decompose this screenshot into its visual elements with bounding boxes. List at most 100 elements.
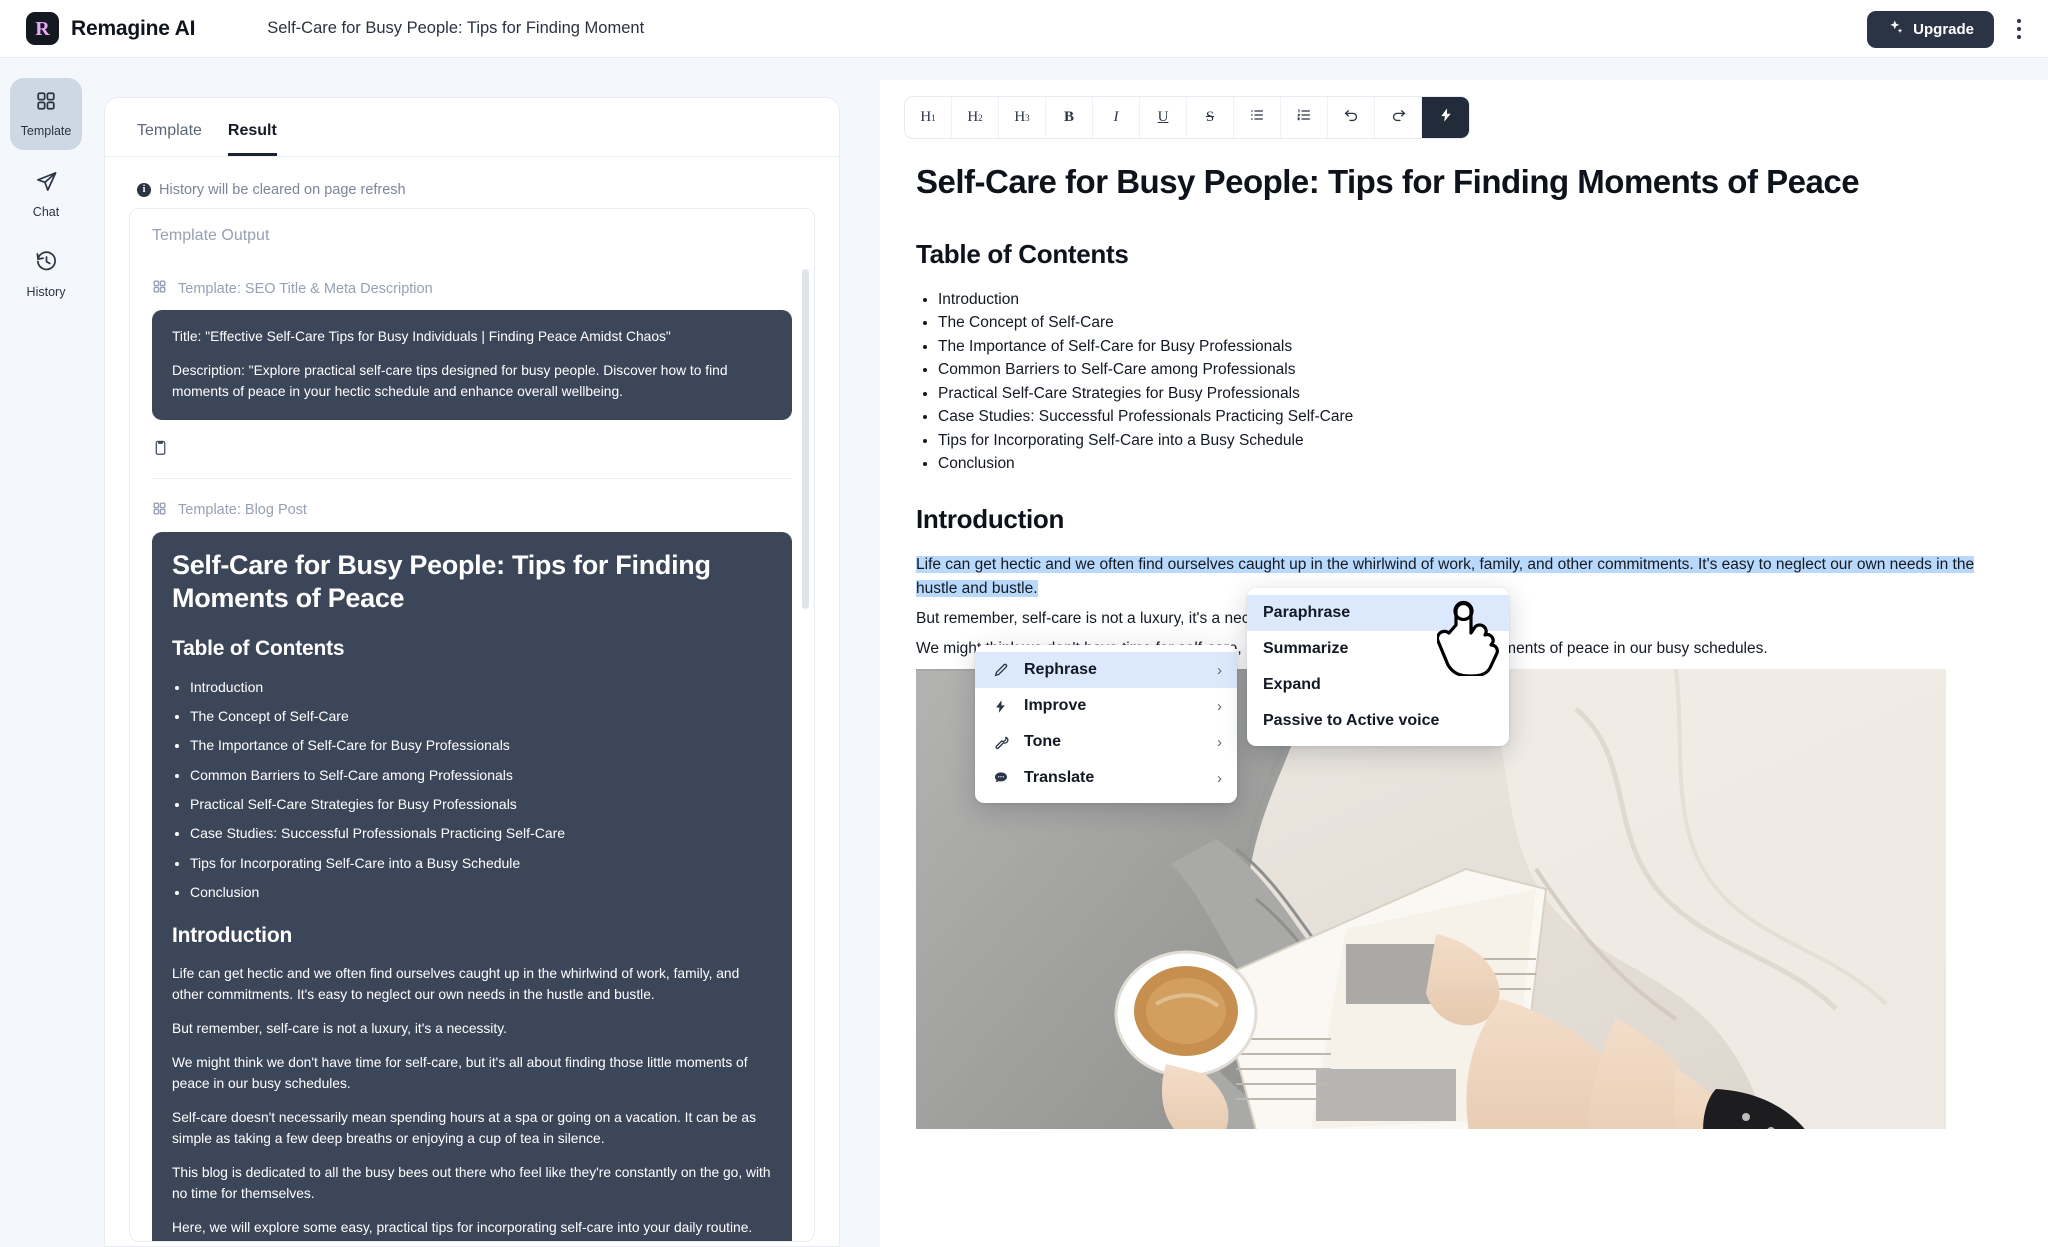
undo-icon	[1343, 107, 1360, 129]
seo-result-card: Title: "Effective Self-Care Tips for Bus…	[152, 310, 792, 420]
upgrade-button-label: Upgrade	[1913, 20, 1974, 38]
bullet-list-icon	[1249, 107, 1265, 128]
menu-item-improve[interactable]: Improve ›	[975, 688, 1237, 724]
numbered-list-icon	[1296, 107, 1312, 128]
block-divider	[152, 477, 792, 479]
list-item: Practical Self-Care Strategies for Busy …	[190, 794, 772, 814]
list-item: Introduction	[190, 677, 772, 697]
left-nav-rail: Template Chat History	[0, 58, 92, 1247]
template-output-box: Template Output Template: SEO Title & Me…	[129, 208, 815, 1242]
chat-bubble-icon	[991, 770, 1010, 786]
heading-3-button[interactable]: H3	[999, 97, 1046, 138]
list-item[interactable]: Common Barriers to Self-Care among Profe…	[938, 358, 2012, 382]
info-icon: i	[137, 183, 151, 197]
pencil-icon	[991, 662, 1010, 678]
chevron-right-icon: ›	[1217, 769, 1222, 787]
grid-icon	[35, 90, 57, 117]
undo-button[interactable]	[1328, 97, 1375, 138]
menu-item-rephrase-label: Rephrase	[1024, 661, 1097, 678]
tab-result[interactable]: Result	[227, 122, 277, 156]
sidebar-item-history-label: History	[26, 284, 66, 299]
brand[interactable]: R Remagine AI	[26, 12, 195, 45]
strikethrough-button[interactable]: S	[1187, 97, 1234, 138]
bold-button[interactable]: B	[1046, 97, 1093, 138]
panel-tabs: Template Result	[105, 98, 839, 156]
bullet-list-button[interactable]	[1234, 97, 1281, 138]
blog-card-toc-list: Introduction The Concept of Self-Care Th…	[190, 677, 772, 902]
more-vertical-icon[interactable]	[2008, 14, 2030, 44]
editor-title[interactable]: Self-Care for Busy People: Tips for Find…	[916, 161, 1936, 203]
sidebar-item-template[interactable]: Template	[10, 78, 82, 150]
grid-icon	[152, 279, 167, 298]
menu-item-translate-label: Translate	[1024, 769, 1095, 786]
ai-context-menu: Rephrase › Improve › Tone › Translate ›	[975, 645, 1237, 803]
submenu-item-expand-label: Expand	[1263, 676, 1321, 693]
list-item: Tips for Incorporating Self-Care into a …	[190, 853, 772, 873]
app-root: R Remagine AI Self-Care for Busy People:…	[0, 0, 2048, 1247]
clipboard-icon[interactable]	[152, 440, 169, 461]
numbered-list-button[interactable]	[1281, 97, 1328, 138]
template-label-seo-text: Template: SEO Title & Meta Description	[178, 280, 433, 297]
editor-toolbar: H1 H2 H3 B I U S	[904, 96, 1470, 139]
list-item: The Importance of Self-Care for Busy Pro…	[190, 735, 772, 755]
editor-panel: H1 H2 H3 B I U S Self-Care for Busy Peop…	[880, 80, 2048, 1247]
editor-toc-list[interactable]: Introduction The Concept of Self-Care Th…	[938, 288, 2012, 476]
tab-template[interactable]: Template	[137, 122, 202, 156]
menu-item-translate[interactable]: Translate ›	[975, 760, 1237, 796]
list-item[interactable]: Conclusion	[938, 452, 2012, 476]
submenu-item-paraphrase-label: Paraphrase	[1263, 604, 1351, 621]
italic-button[interactable]: I	[1093, 97, 1140, 138]
editor-toc-heading[interactable]: Table of Contents	[916, 239, 2012, 270]
grid-icon	[152, 501, 167, 520]
blog-card-paragraph: But remember, self-care is not a luxury,…	[172, 1021, 507, 1037]
blog-result-card: Self-Care for Busy People: Tips for Find…	[152, 531, 792, 1241]
blog-card-paragraph: Life can get hectic and we often find ou…	[172, 966, 740, 1003]
template-label-seo: Template: SEO Title & Meta Description	[152, 279, 792, 298]
wrench-icon	[991, 734, 1010, 750]
ai-actions-button[interactable]	[1422, 97, 1469, 138]
submenu-item-passive-to-active[interactable]: Passive to Active voice	[1247, 703, 1509, 739]
result-panel: Template Result i History will be cleare…	[104, 97, 840, 1247]
redo-button[interactable]	[1375, 97, 1422, 138]
document-title: Self-Care for Busy People: Tips for Find…	[267, 19, 645, 37]
list-item[interactable]: The Concept of Self-Care	[938, 311, 2012, 335]
template-label-blog-text: Template: Blog Post	[178, 502, 307, 519]
paper-plane-icon	[35, 170, 58, 198]
clock-rewind-icon	[35, 250, 58, 278]
template-label-blog: Template: Blog Post	[152, 501, 792, 520]
heading-2-button[interactable]: H2	[952, 97, 999, 138]
editor-intro-heading[interactable]: Introduction	[916, 504, 2012, 535]
heading-1-button[interactable]: H1	[905, 97, 952, 138]
upgrade-button[interactable]: Upgrade	[1867, 10, 1994, 48]
list-item[interactable]: Practical Self-Care Strategies for Busy …	[938, 382, 2012, 406]
lightning-icon	[991, 699, 1010, 714]
sidebar-item-template-label: Template	[20, 124, 72, 138]
brand-logo-icon: R	[26, 12, 59, 45]
sidebar-item-chat[interactable]: Chat	[10, 158, 82, 230]
blog-card-paragraph: Self-care doesn't necessarily mean spend…	[172, 1110, 756, 1146]
sparkle-icon	[1887, 19, 1904, 40]
seo-title-text: Title: "Effective Self-Care Tips for Bus…	[172, 329, 671, 344]
menu-item-rephrase[interactable]: Rephrase ›	[975, 652, 1237, 688]
history-notice: i History will be cleared on page refres…	[105, 157, 839, 208]
menu-item-tone-label: Tone	[1024, 733, 1062, 750]
template-output-content: Template Output Template: SEO Title & Me…	[130, 209, 814, 1241]
list-item: Case Studies: Successful Professionals P…	[190, 823, 772, 843]
chevron-right-icon: ›	[1217, 697, 1222, 715]
list-item: The Concept of Self-Care	[190, 706, 772, 726]
menu-item-tone[interactable]: Tone ›	[975, 724, 1237, 760]
sidebar-item-chat-label: Chat	[32, 204, 60, 219]
pointing-hand-cursor	[1435, 600, 1499, 681]
list-item: Conclusion	[190, 882, 772, 902]
sidebar-item-history[interactable]: History	[10, 238, 82, 310]
list-item[interactable]: Introduction	[938, 288, 2012, 312]
list-item[interactable]: Tips for Incorporating Self-Care into a …	[938, 429, 2012, 453]
brand-name: Remagine AI	[71, 16, 196, 40]
list-item[interactable]: The Importance of Self-Care for Busy Pro…	[938, 335, 2012, 359]
output-scrollbar[interactable]	[802, 217, 809, 1233]
menu-item-improve-label: Improve	[1024, 697, 1087, 714]
underline-button[interactable]: U	[1140, 97, 1187, 138]
list-item[interactable]: Case Studies: Successful Professionals P…	[938, 405, 2012, 429]
blog-card-paragraph: Here, we will explore some easy, practic…	[172, 1219, 753, 1235]
top-bar-actions: Upgrade	[1867, 0, 2030, 58]
